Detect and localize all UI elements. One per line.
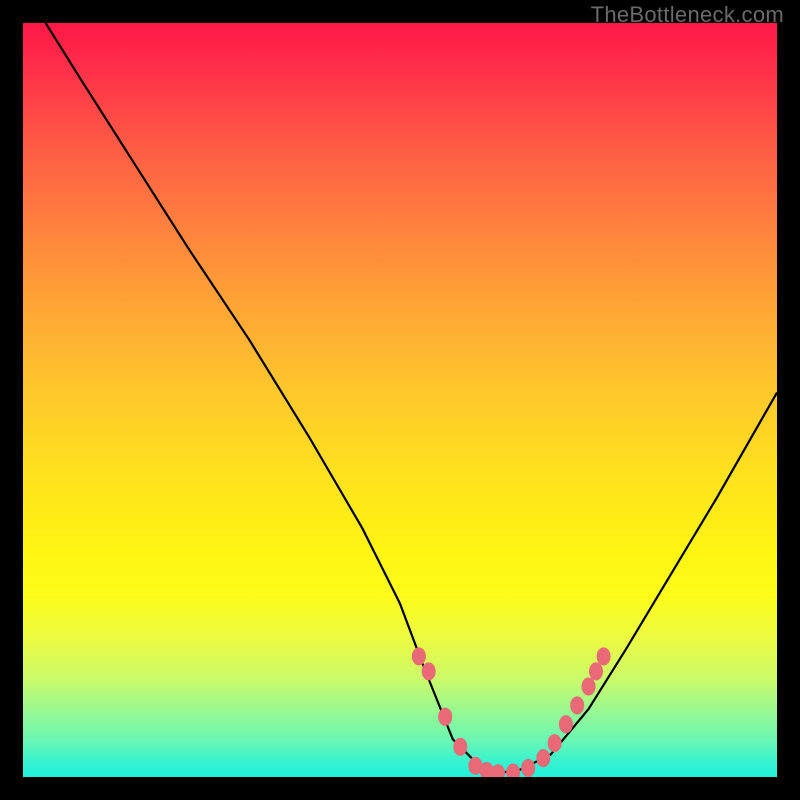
marker-point	[521, 759, 535, 777]
marker-point	[491, 764, 505, 777]
marker-point	[536, 749, 550, 767]
marker-point	[559, 715, 573, 733]
marker-point	[589, 662, 603, 680]
data-curve	[46, 23, 777, 773]
marker-point	[453, 738, 467, 756]
marker-point	[422, 662, 436, 680]
chart-plot-area	[23, 23, 777, 777]
marker-point	[597, 647, 611, 665]
watermark-label: TheBottleneck.com	[591, 2, 784, 28]
highlight-markers	[412, 647, 611, 777]
marker-point	[506, 764, 520, 778]
marker-point	[582, 678, 596, 696]
marker-point	[412, 647, 426, 665]
marker-point	[570, 696, 584, 714]
chart-svg	[23, 23, 777, 777]
marker-point	[438, 708, 452, 726]
marker-point	[548, 734, 562, 752]
